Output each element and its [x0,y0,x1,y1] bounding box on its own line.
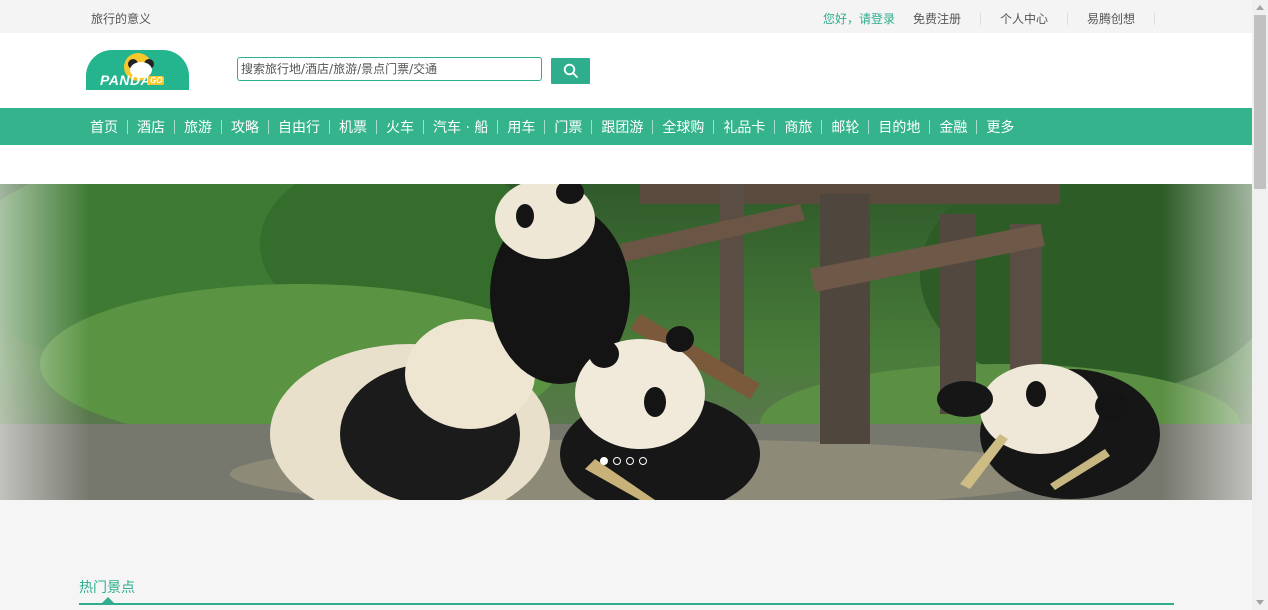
top-bar: 旅行的意义 您好，请登录 免费注册 个人中心 易腾创想 [0,0,1252,33]
nav-list: 首页 酒店 旅游 攻略 自由行 机票 火车 汽车 · 船用车 门票 跟团游 全球购 礼品卡 商旅 邮轮 目的… [0,108,1252,145]
nav-link[interactable]: 用车 [498,117,544,137]
nav-link[interactable]: 邮轮 [822,117,868,137]
nav-link[interactable]: 酒店 [128,117,174,137]
carousel-dot[interactable] [600,457,608,465]
yiteng-link[interactable]: 易腾创想 [1087,10,1135,27]
nav-link[interactable]: 全球购 [653,117,713,137]
register-link[interactable]: 免费注册 [913,10,961,27]
nav-item: 邮轮 [821,108,868,145]
nav-item: 目的地 [868,108,929,145]
nav-link[interactable]: 火车 [377,117,423,137]
nav-link[interactable]: 金融 [930,117,976,137]
nav-item: 机票 [329,108,376,145]
scroll-up-icon[interactable] [1256,5,1264,10]
nav-item: 门票 [544,108,591,145]
nav-link[interactable]: 商旅 [775,117,821,137]
divider [1154,12,1155,25]
top-links: 您好，请登录 免费注册 个人中心 易腾创想 [823,10,1174,27]
search-button[interactable] [551,58,590,84]
nav-item: 旅游 [174,108,221,145]
divider [979,12,981,25]
spacer [0,145,1252,184]
logo-badge: GO [148,76,165,85]
nav-item: 礼品卡 [713,108,774,145]
divider [1066,12,1068,25]
nav-link[interactable]: 自由行 [269,117,329,137]
banner-carousel[interactable] [0,184,1252,500]
nav-link[interactable]: 攻略 [222,117,268,137]
nav-link[interactable]: 旅游 [175,117,221,137]
carousel-dots [600,457,652,465]
header: PANDA GO [0,33,1252,108]
nav-item: 首页 [81,108,127,145]
page-scrollbar[interactable] [1252,0,1268,610]
search-input[interactable] [237,57,542,81]
nav-item: 更多 [976,108,1023,145]
nav-item: 金融 [929,108,976,145]
logo-text: PANDA [100,72,152,88]
nav-item: 攻略 [221,108,268,145]
nav-item: 用车 [497,108,544,145]
login-link[interactable]: 您好，请登录 [823,10,895,27]
nav-item: 自由行 [268,108,329,145]
nav-item: 酒店 [127,108,174,145]
banner-image [0,184,1252,500]
nav-link[interactable]: 目的地 [869,117,929,137]
main-nav: 首页 酒店 旅游 攻略 自由行 机票 火车 汽车 · 船用车 门票 跟团游 全球购 礼品卡 商旅 邮轮 目的… [0,108,1252,145]
search-icon [563,63,578,78]
slogan: 旅行的意义 [91,12,152,26]
carousel-dot[interactable] [626,457,634,465]
nav-link[interactable]: 礼品卡 [714,117,774,137]
nav-link[interactable]: 首页 [81,117,127,137]
nav-item: 跟团游 [591,108,652,145]
nav-item: 商旅 [774,108,821,145]
scrollbar-thumb[interactable] [1254,15,1266,189]
nav-link[interactable]: 跟团游 [592,117,652,137]
nav-link[interactable]: 汽车 · 船 [424,117,497,137]
logo[interactable]: PANDA GO [86,50,189,90]
nav-link[interactable]: 机票 [330,117,376,137]
section-divider [79,603,1174,605]
nav-item: 全球购 [652,108,713,145]
nav-link[interactable]: 门票 [545,117,591,137]
carousel-dot[interactable] [639,457,647,465]
nav-item: 火车 [376,108,423,145]
scroll-down-icon[interactable] [1256,600,1264,605]
personal-center-link[interactable]: 个人中心 [1000,10,1048,27]
nav-item: 汽车 · 船 [423,108,497,145]
section-title: 热门景点 [79,580,135,596]
nav-link[interactable]: 更多 [977,117,1023,137]
carousel-dot[interactable] [613,457,621,465]
